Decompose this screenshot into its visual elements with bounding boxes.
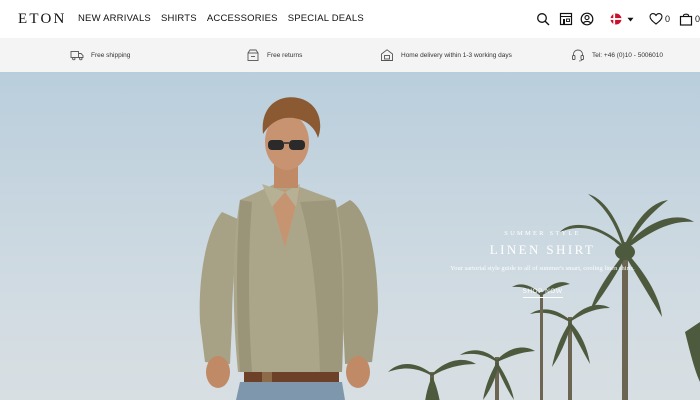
site-header: ETON NEW ARRIVALS SHIRTS ACCESSORIES SPE… [0, 0, 700, 38]
store-locator-icon[interactable] [559, 12, 573, 26]
usp-phone[interactable]: Tel: +46 (0)10 - 5006010 [571, 38, 663, 72]
hero-banner[interactable]: SUMMER STYLE LINEN SHIRT Your sartorial … [0, 72, 700, 400]
main-nav: NEW ARRIVALS SHIRTS ACCESSORIES SPECIAL … [78, 13, 364, 24]
bag-count: 0 [695, 14, 700, 24]
model-figure [199, 97, 378, 400]
nav-accessories[interactable]: ACCESSORIES [207, 13, 278, 24]
hero-description: Your sartorial style guide to all of sum… [450, 265, 635, 272]
usp-free-returns[interactable]: Free returns [246, 38, 302, 72]
bag-icon[interactable] [679, 12, 693, 26]
truck-icon [70, 51, 84, 61]
eton-logo[interactable]: ETON [18, 11, 67, 28]
usp-label: Free returns [267, 51, 303, 59]
usp-label: Tel: +46 (0)10 - 5006010 [592, 51, 664, 59]
wishlist-count: 0 [665, 14, 671, 24]
usp-home-delivery[interactable]: Home delivery within 1-3 working days [380, 38, 512, 72]
header-actions: 0 0 [520, 0, 700, 38]
usp-bar: Free shipping Free returns Home delivery… [0, 38, 700, 72]
usp-label: Home delivery within 1-3 working days [401, 51, 512, 59]
headset-icon [572, 49, 584, 62]
heart-icon[interactable] [649, 12, 663, 26]
hero-title: LINEN SHIRT [489, 242, 596, 257]
home-delivery-icon [381, 49, 393, 61]
nav-new-arrivals[interactable]: NEW ARRIVALS [78, 13, 151, 24]
hero-kicker: SUMMER STYLE [504, 230, 581, 237]
denmark-flag-icon[interactable] [610, 13, 622, 25]
usp-label: Free shipping [91, 51, 131, 59]
shop-now-link[interactable]: SHOP NOW [522, 288, 563, 298]
returns-box-icon [247, 49, 259, 61]
search-icon[interactable] [536, 12, 550, 26]
caret-down-icon[interactable] [627, 16, 634, 23]
usp-free-shipping[interactable]: Free shipping [70, 38, 130, 72]
nav-special-deals[interactable]: SPECIAL DEALS [288, 13, 364, 24]
hero-copy: SUMMER STYLE LINEN SHIRT Your sartorial … [450, 230, 635, 298]
account-icon[interactable] [580, 12, 594, 26]
nav-shirts[interactable]: SHIRTS [161, 13, 197, 24]
